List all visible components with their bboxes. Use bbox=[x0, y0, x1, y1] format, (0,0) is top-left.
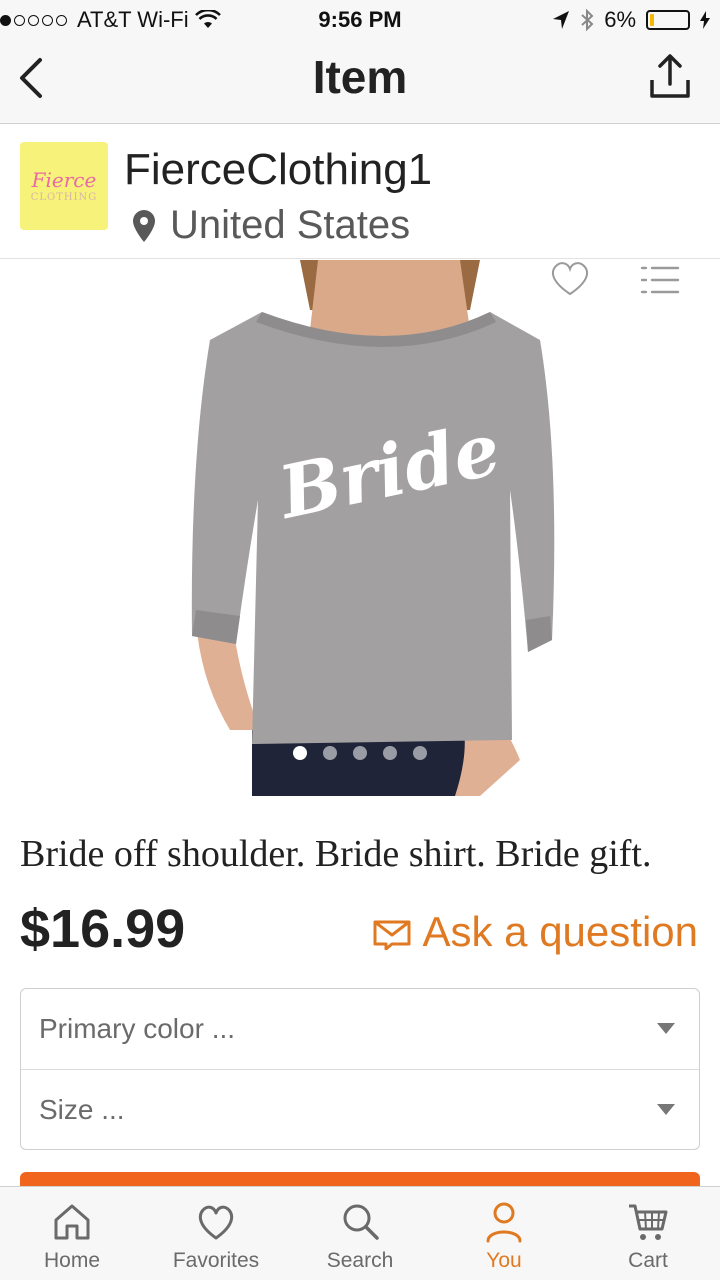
size-label: Size ... bbox=[39, 1093, 125, 1125]
status-bar: AT&T Wi-Fi 9:56 PM 6% bbox=[0, 0, 720, 40]
shop-logo-text: Fierce bbox=[31, 167, 97, 192]
tab-label: Home bbox=[43, 1249, 101, 1272]
share-icon[interactable] bbox=[648, 52, 692, 102]
dropdown-caret-icon bbox=[657, 1023, 675, 1034]
tab-search[interactable]: Search bbox=[288, 1187, 432, 1280]
ask-question-button[interactable]: Ask a question bbox=[372, 908, 698, 956]
location-pin-icon bbox=[133, 209, 155, 242]
tab-home[interactable]: Home bbox=[0, 1187, 144, 1280]
item-price: $16.99 bbox=[20, 899, 186, 959]
carousel-dot[interactable] bbox=[413, 746, 427, 760]
home-icon bbox=[54, 1204, 90, 1240]
message-icon bbox=[373, 920, 411, 950]
add-to-list-icon[interactable] bbox=[640, 264, 680, 296]
location-arrow-icon bbox=[553, 11, 570, 29]
carousel-dot[interactable] bbox=[323, 746, 337, 760]
tab-bar: Home Favorites Search You Cart bbox=[0, 1186, 720, 1280]
product-image[interactable]: Bride bbox=[0, 260, 720, 796]
shop-logo[interactable]: Fierce CLOTHING bbox=[20, 142, 108, 230]
bluetooth-icon bbox=[581, 9, 594, 31]
shop-location: United States bbox=[132, 203, 410, 248]
cart-icon bbox=[629, 1204, 668, 1240]
primary-color-select[interactable]: Primary color ... bbox=[21, 989, 699, 1069]
battery-icon bbox=[646, 10, 690, 30]
carousel-dot[interactable] bbox=[353, 746, 367, 760]
shop-location-text: United States bbox=[170, 203, 411, 247]
shop-header[interactable]: Fierce CLOTHING FierceClothing1 United S… bbox=[0, 125, 720, 259]
heart-icon bbox=[198, 1205, 234, 1240]
nav-bar: Item bbox=[0, 40, 720, 124]
dropdown-caret-icon bbox=[657, 1104, 675, 1115]
tab-label: You bbox=[486, 1249, 522, 1272]
carousel-dot[interactable] bbox=[293, 746, 307, 760]
product-photo-illustration: Bride bbox=[0, 260, 720, 796]
ask-question-label: Ask a question bbox=[422, 908, 698, 955]
tab-label: Search bbox=[326, 1249, 394, 1272]
primary-color-label: Primary color ... bbox=[39, 1013, 236, 1044]
battery-percent: 6% bbox=[604, 7, 636, 32]
tab-label: Cart bbox=[628, 1249, 668, 1272]
tab-you[interactable]: You bbox=[432, 1187, 576, 1280]
search-icon bbox=[343, 1204, 379, 1240]
image-carousel-dots[interactable] bbox=[0, 746, 720, 760]
person-icon bbox=[486, 1202, 522, 1243]
charging-icon bbox=[700, 11, 710, 29]
page-title: Item bbox=[312, 51, 408, 103]
tab-cart[interactable]: Cart bbox=[576, 1187, 720, 1280]
size-select[interactable]: Size ... bbox=[21, 1069, 699, 1149]
tab-favorites[interactable]: Favorites bbox=[144, 1187, 288, 1280]
shop-name[interactable]: FierceClothing1 bbox=[124, 145, 432, 195]
variation-options: Primary color ... Size ... bbox=[20, 988, 700, 1150]
tab-label: Favorites bbox=[172, 1249, 260, 1272]
carousel-dot[interactable] bbox=[383, 746, 397, 760]
shop-logo-subtext: CLOTHING bbox=[30, 191, 98, 203]
item-title: Bride off shoulder. Bride shirt. Bride g… bbox=[20, 833, 652, 875]
favorite-heart-icon[interactable] bbox=[548, 258, 592, 298]
